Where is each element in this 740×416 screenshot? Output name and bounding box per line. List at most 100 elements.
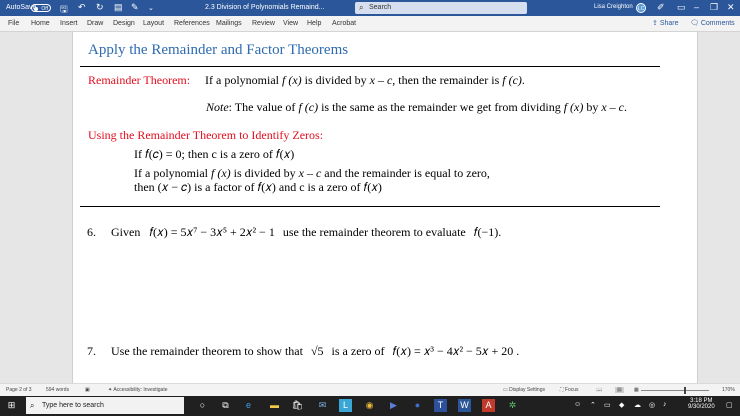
problem-lead: Use the remainder theorem to show that (111, 344, 303, 358)
notifications-icon[interactable]: ▢ (726, 401, 733, 409)
user-name: Lisa Creighton (594, 4, 633, 10)
share-label: Share (659, 20, 679, 27)
network-icon[interactable]: ◎ (649, 401, 655, 409)
battery-icon[interactable]: ▭ (604, 401, 611, 409)
tab-review[interactable]: Review (252, 20, 275, 27)
edge-icon[interactable]: e (242, 399, 255, 412)
page-title: Apply the Remainder and Factor Theorems (88, 42, 349, 58)
tab-home[interactable]: Home (31, 20, 50, 27)
zeros-line-1: If 𝑓(𝑐) = 0; then c is a zero of 𝑓(𝑥) (134, 147, 295, 161)
minimize-icon[interactable]: – (694, 2, 699, 12)
search-placeholder: Search (369, 4, 392, 11)
problem-lead: Given (111, 225, 141, 239)
problem-expression: 𝑓(𝑥) = 𝑥³ − 4𝑥² − 5𝑥 + 20 . (392, 344, 520, 358)
clock-date: 9/30/2020 (688, 404, 715, 410)
comments-label: Comments (700, 20, 735, 27)
search-icon: ⌕ (30, 401, 35, 410)
touch-mode-icon[interactable]: ✎ (131, 2, 139, 13)
zoom-slider-thumb[interactable] (684, 387, 686, 394)
word-icon[interactable]: W (458, 399, 471, 412)
tab-mailings[interactable]: Mailings (216, 20, 242, 27)
show-hidden-icons-icon[interactable]: ⌃ (590, 401, 596, 409)
tab-acrobat[interactable]: Acrobat (332, 20, 356, 27)
problem-expression: 𝑓(𝑥) = 5𝑥⁷ − 3𝑥⁵ + 2𝑥² − 1 (149, 225, 275, 239)
tab-design[interactable]: Design (113, 20, 135, 27)
proofing-icon[interactable]: ▣ (85, 387, 90, 393)
dropbox-icon[interactable]: ◆ (619, 401, 624, 409)
status-bar: Page 2 of 3 594 words ▣ ✦ Accessibility:… (0, 383, 740, 397)
open-icon[interactable]: ▤ (114, 2, 123, 13)
problem-sqrt: √5 (310, 344, 324, 358)
comment-icon: 🗨 (690, 20, 701, 27)
problem-number: 7. (87, 344, 96, 358)
problem-text: is a zero of (331, 344, 385, 358)
cortana-icon[interactable]: ○ (196, 399, 209, 412)
problem-6: 6. Given 𝑓(𝑥) = 5𝑥⁷ − 3𝑥⁵ + 2𝑥² − 1 use … (87, 225, 501, 240)
autosave-state: Off (41, 6, 48, 12)
zoom-slider[interactable] (641, 390, 709, 391)
read-mode-icon[interactable]: 📖 (596, 387, 602, 393)
mail-icon[interactable]: ✉ (316, 399, 329, 412)
zoom-level[interactable]: 170% (722, 387, 735, 393)
app-icon[interactable]: ● (411, 399, 424, 412)
tab-file[interactable]: File (8, 20, 19, 27)
customize-qat-icon[interactable]: ⌄ (148, 4, 154, 12)
maximize-icon[interactable]: ❐ (710, 2, 718, 13)
problem-text: use the remainder theorem to evaluate (282, 225, 466, 239)
avatar[interactable]: LC (636, 3, 646, 13)
zeros-line-2: If a polynomial f (x) is divided by x – … (134, 166, 490, 180)
word-count[interactable]: 594 words (46, 387, 69, 393)
remainder-theorem-label: Remainder Theorem: (88, 73, 191, 87)
print-layout-icon[interactable]: ▤ (615, 387, 624, 393)
remainder-theorem-text: If a polynomial f (x) is divided by x – … (205, 73, 525, 87)
page-count[interactable]: Page 2 of 3 (6, 387, 32, 393)
problem-number: 6. (87, 225, 96, 239)
problem-7: 7. Use the remainder theorem to show tha… (87, 344, 519, 359)
clock[interactable]: 3:18 PM 9/30/2020 (688, 398, 715, 410)
divider-top (80, 66, 660, 67)
acrobat-icon[interactable]: A (482, 399, 495, 412)
task-view-icon[interactable]: ⧉ (219, 399, 232, 412)
undo-icon[interactable]: ↶ (78, 2, 86, 13)
focus-button[interactable]: ⛶ Focus (560, 387, 579, 393)
zeros-line-3: then (𝑥 − 𝑐) is a factor of 𝑓(𝑥) and c i… (134, 180, 382, 194)
tab-view[interactable]: View (283, 20, 298, 27)
web-layout-icon[interactable]: ▦ (634, 387, 639, 393)
pen-icon[interactable]: ✐ (657, 2, 665, 13)
windows-start-icon[interactable]: ⊞ (5, 399, 18, 412)
search-input[interactable]: ⌕ Search (355, 2, 527, 14)
ribbon-tabs: File Home Insert Draw Design Layout Refe… (0, 16, 740, 32)
tab-draw[interactable]: Draw (87, 20, 103, 27)
display-settings-button[interactable]: ▭ Display Settings (503, 387, 545, 393)
tab-help[interactable]: Help (307, 20, 321, 27)
autosave-toggle[interactable]: Off (31, 4, 51, 12)
share-button[interactable]: ⇪ Share (652, 19, 679, 27)
taskbar-search-placeholder: Type here to search (42, 402, 104, 409)
volume-icon[interactable]: ♪ (663, 401, 667, 408)
close-icon[interactable]: ✕ (727, 2, 735, 13)
tab-layout[interactable]: Layout (143, 20, 164, 27)
share-icon: ⇪ (652, 20, 660, 27)
note-text: Note: The value of f (c) is the same as … (206, 100, 628, 114)
meeting-app-icon[interactable]: ▶ (387, 399, 400, 412)
store-icon[interactable]: 🛍 (291, 399, 304, 412)
xbox-icon[interactable]: ✲ (506, 399, 519, 412)
ribbon-display-icon[interactable]: ▭ (677, 2, 686, 13)
taskbar-search-input[interactable]: ⌕ Type here to search (26, 397, 184, 414)
chrome-icon[interactable]: ◉ (363, 399, 376, 412)
people-icon[interactable]: ☺ (574, 401, 581, 408)
title-bar: AutoSave Off 🖫 ↶ ↻ ▤ ✎ ⌄ 2.3 Division of… (0, 0, 740, 16)
tab-references[interactable]: References (174, 20, 210, 27)
search-icon: ⌕ (359, 3, 364, 12)
redo-icon[interactable]: ↻ (96, 2, 104, 13)
accessibility-status[interactable]: ✦ Accessibility: Investigate (108, 387, 168, 393)
zeros-heading: Using the Remainder Theorem to Identify … (88, 128, 324, 142)
taskbar: ⊞ ⌕ Type here to search ○ ⧉ e ▬ 🛍 ✉ L ◉ … (0, 396, 740, 416)
file-explorer-icon[interactable]: ▬ (268, 399, 281, 412)
onedrive-icon[interactable]: ☁ (634, 401, 641, 409)
comments-button[interactable]: 🗨 Comments (690, 19, 735, 27)
divider-bottom (80, 206, 660, 207)
tab-insert[interactable]: Insert (60, 20, 78, 27)
learning-app-icon[interactable]: L (339, 399, 352, 412)
teams-icon[interactable]: T (434, 399, 447, 412)
